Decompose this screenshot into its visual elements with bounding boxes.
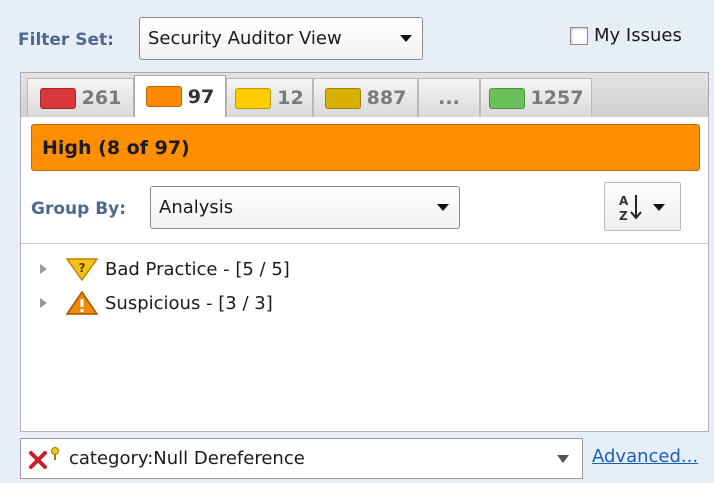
all-color-swatch bbox=[488, 87, 525, 109]
sort-button[interactable]: A Z bbox=[604, 182, 681, 231]
advanced-search-link[interactable]: Advanced... bbox=[592, 446, 698, 467]
tree-item-label: Bad Practice - [5 / 5] bbox=[105, 258, 290, 280]
high-color-swatch bbox=[145, 86, 182, 107]
tab-count: 97 bbox=[187, 85, 215, 108]
tab-more-label: ... bbox=[438, 87, 460, 109]
tab-count: 261 bbox=[81, 87, 122, 109]
medium-color-swatch bbox=[235, 87, 272, 109]
expand-arrow-icon[interactable] bbox=[40, 298, 47, 308]
bad-practice-icon: ? bbox=[65, 258, 99, 282]
tree-row[interactable]: ? Bad Practice - [5 / 5] bbox=[40, 256, 290, 282]
svg-text:?: ? bbox=[79, 261, 86, 275]
tab-all[interactable]: 1257 bbox=[480, 78, 592, 117]
clear-search-icon[interactable] bbox=[25, 445, 65, 473]
filter-set-dropdown[interactable]: Security Auditor View bbox=[139, 17, 423, 60]
critical-color-swatch bbox=[39, 87, 76, 109]
tab-critical[interactable]: 261 bbox=[27, 78, 134, 117]
group-by-value: Analysis bbox=[159, 197, 234, 218]
tree-item-label: Suspicious - [3 / 3] bbox=[105, 292, 273, 314]
filter-set-label: Filter Set: bbox=[18, 30, 114, 50]
group-by-label: Group By: bbox=[31, 199, 127, 219]
tab-more[interactable]: ... bbox=[418, 78, 480, 117]
tab-count: 887 bbox=[366, 87, 407, 109]
group-by-dropdown[interactable]: Analysis bbox=[150, 186, 460, 229]
tab-count: 1257 bbox=[530, 87, 584, 109]
tab-medium[interactable]: 12 bbox=[226, 78, 313, 117]
dropdown-arrow-icon bbox=[437, 204, 449, 211]
dropdown-arrow-icon bbox=[400, 35, 412, 42]
my-issues-label: My Issues bbox=[594, 25, 682, 46]
low-color-swatch bbox=[324, 87, 361, 109]
my-issues-toggle[interactable]: My Issues bbox=[570, 25, 682, 46]
panel-divider bbox=[21, 243, 708, 244]
sort-az-icon: A Z bbox=[619, 194, 665, 223]
search-history-arrow-icon[interactable] bbox=[557, 454, 569, 463]
search-filter-field[interactable]: category:Null Dereference bbox=[20, 438, 583, 479]
priority-banner: High (8 of 97) bbox=[31, 124, 700, 171]
my-issues-checkbox[interactable] bbox=[570, 26, 588, 45]
tab-low[interactable]: 887 bbox=[313, 78, 418, 117]
tab-count: 12 bbox=[277, 87, 304, 109]
svg-text:A: A bbox=[619, 194, 629, 208]
filter-set-value: Security Auditor View bbox=[148, 28, 342, 49]
svg-text:Z: Z bbox=[619, 209, 628, 223]
tree-row[interactable]: Suspicious - [3 / 3] bbox=[40, 290, 273, 316]
tab-high[interactable]: 97 bbox=[134, 75, 226, 117]
expand-arrow-icon[interactable] bbox=[40, 264, 47, 274]
search-query[interactable]: category:Null Dereference bbox=[69, 448, 557, 469]
warning-icon bbox=[65, 290, 99, 315]
